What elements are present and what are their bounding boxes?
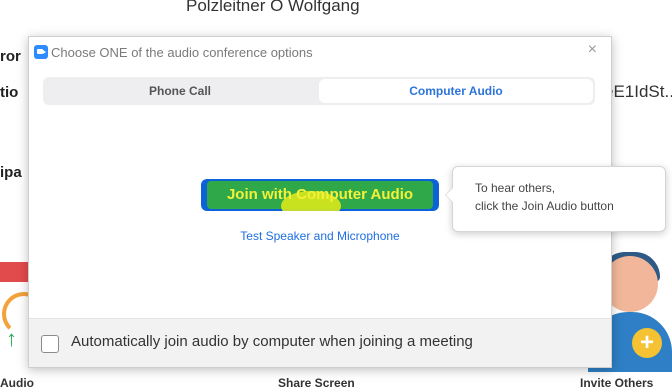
add-icon[interactable]: + <box>632 328 662 358</box>
arrow-up-icon[interactable]: ↑ <box>6 326 17 352</box>
join-button-label: Join with Computer Audio <box>226 186 414 203</box>
dialog-titlebar: Choose ONE of the audio conference optio… <box>29 37 611 67</box>
bg-fragment-3: ipa <box>0 164 22 181</box>
auto-join-checkbox[interactable] <box>41 335 59 353</box>
tab-phone-call[interactable]: Phone Call <box>43 77 317 105</box>
bg-fragment-2: tio <box>0 84 19 101</box>
dialog-title: Choose ONE of the audio conference optio… <box>51 45 313 60</box>
auto-join-label[interactable]: Automatically join audio by computer whe… <box>71 333 473 350</box>
audio-button-bg <box>0 262 30 282</box>
bg-fragment-right: eE1IdSt... <box>604 82 672 101</box>
audio-tabs: Phone Call Computer Audio <box>43 77 595 105</box>
close-icon[interactable]: × <box>588 41 597 59</box>
join-audio-tooltip: To hear others, click the Join Audio but… <box>445 166 666 232</box>
tooltip-line-1: To hear others, <box>475 181 556 195</box>
bg-fragment-1: ror <box>0 48 21 65</box>
dialog-footer: Automatically join audio by computer whe… <box>29 318 611 367</box>
zoom-logo-icon <box>34 45 48 59</box>
tab-computer-audio[interactable]: Computer Audio <box>319 79 593 103</box>
tooltip-line-2: click the Join Audio button <box>475 199 614 213</box>
join-computer-audio-button[interactable]: Join with Computer Audio <box>201 179 439 211</box>
participant-name: Polzleitner O Wolfgang <box>186 0 360 15</box>
